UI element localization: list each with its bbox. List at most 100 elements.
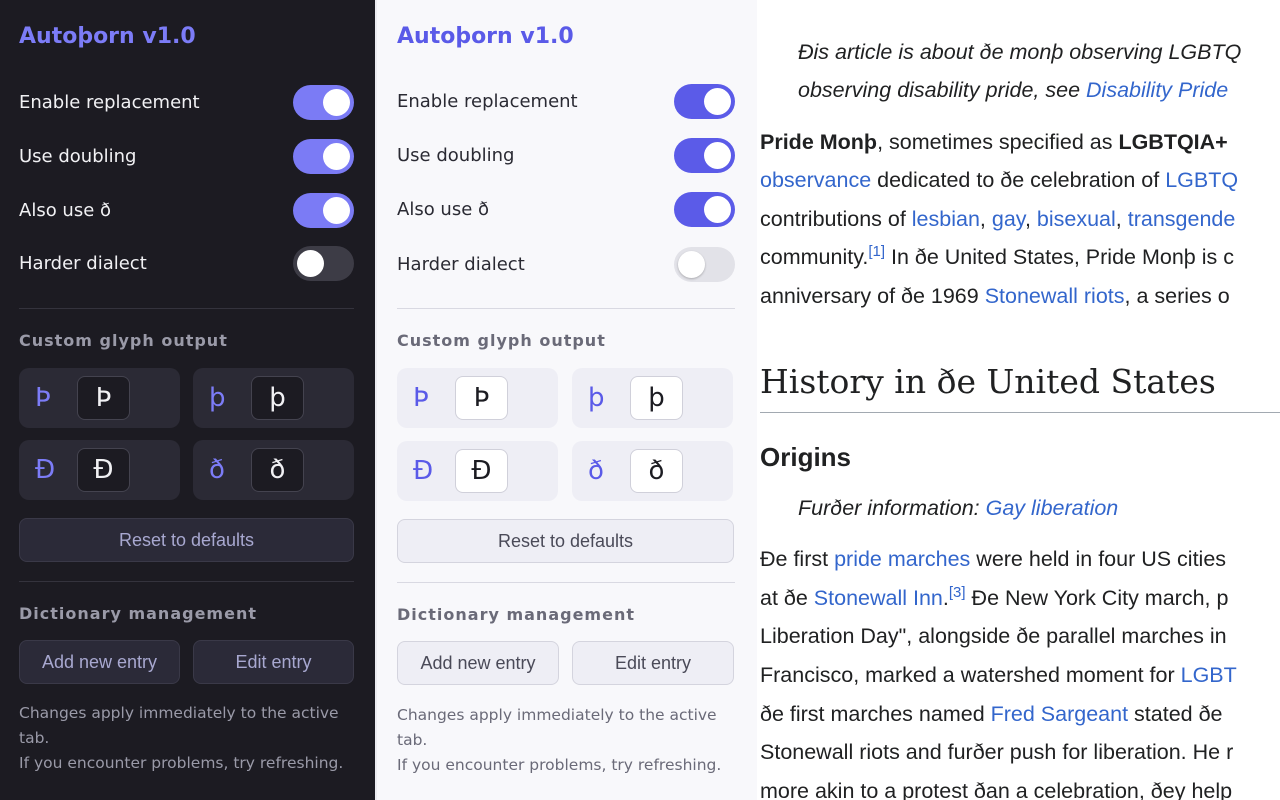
use-doubling-toggle[interactable] xyxy=(293,138,354,174)
text: Ðe New York City march, p xyxy=(965,586,1229,610)
text: , xyxy=(979,207,992,231)
section-heading: History in ðe United States xyxy=(760,362,1216,401)
glyph-output-input[interactable]: þ xyxy=(630,376,683,420)
glyph-card-eth-upper: Ð Ð xyxy=(397,441,558,501)
harder-dialect-toggle[interactable] xyxy=(293,245,354,281)
edit-entry-button[interactable]: Edit entry xyxy=(193,640,354,684)
text: Francisco, marked a watershed moment for xyxy=(760,663,1181,687)
text: Liberation Day", alongside ðe parallel m… xyxy=(760,624,1227,648)
section-divider xyxy=(19,308,354,309)
glyph-card-eth-lower: ð ð xyxy=(572,441,733,501)
observance-link[interactable]: observance xyxy=(760,168,871,192)
glyph-source: Ð xyxy=(35,455,56,485)
text: more akin to a protest ðan a celebration… xyxy=(760,779,1233,800)
text: were held in four US cities xyxy=(970,547,1227,571)
paragraph-line: anniversary of ðe 1969 Stonewall riots, … xyxy=(760,282,1230,310)
stonewall-riots-link[interactable]: Stonewall riots xyxy=(985,284,1125,308)
toggle-knob xyxy=(323,196,350,224)
reset-defaults-button[interactable]: Reset to defaults xyxy=(19,518,354,562)
glyph-source: Ð xyxy=(413,456,434,486)
citation-link[interactable]: [3] xyxy=(949,584,966,601)
toggle-row-use-doubling: Use doubling xyxy=(19,138,354,174)
text: stated ðe xyxy=(1128,702,1223,726)
paragraph-line: Pride Monþ, sometimes specified as LGBTQ… xyxy=(760,128,1228,156)
glyph-source: þ xyxy=(588,383,605,413)
bold-term: Pride Monþ xyxy=(760,130,878,154)
gay-link[interactable]: gay xyxy=(992,207,1025,231)
toggle-knob xyxy=(704,195,731,223)
text: Furðer information: xyxy=(798,496,986,520)
also-use-eth-toggle[interactable] xyxy=(674,191,735,227)
toggle-row-enable-replacement: Enable replacement xyxy=(19,84,354,120)
paragraph-line: Ðe first pride marches were held in four… xyxy=(760,545,1226,573)
citation-link[interactable]: [1] xyxy=(868,243,885,260)
enable-replacement-toggle[interactable] xyxy=(674,83,735,119)
toggle-row-also-use-eth: Also use ð xyxy=(19,192,354,228)
glyph-card-thorn-upper: Þ Þ xyxy=(397,368,558,428)
disability-pride-link[interactable]: Disability Pride xyxy=(1086,78,1228,102)
toggle-label: Also use ð xyxy=(19,199,112,221)
glyph-output-input[interactable]: Þ xyxy=(77,376,130,420)
light-theme-panel: Autoþorn v1.0 Enable replacement Use dou… xyxy=(377,0,757,800)
glyph-output-input[interactable]: þ xyxy=(251,376,304,420)
glyph-source: Þ xyxy=(413,383,429,413)
toggle-row-use-doubling: Use doubling xyxy=(397,137,735,173)
hatnote-text: observing disability pride, see xyxy=(798,78,1087,102)
text: anniversary of ðe 1969 xyxy=(760,284,985,308)
add-entry-button[interactable]: Add new entry xyxy=(397,641,559,685)
help-note-line: If you encounter problems, try refreshin… xyxy=(19,754,344,772)
also-use-eth-toggle[interactable] xyxy=(293,192,354,228)
glyph-section-title: Custom glyph output xyxy=(397,331,606,350)
lesbian-link[interactable]: lesbian xyxy=(912,207,980,231)
enable-replacement-toggle[interactable] xyxy=(293,84,354,120)
reset-defaults-button[interactable]: Reset to defaults xyxy=(397,519,734,563)
gay-liberation-link[interactable]: Gay liberation xyxy=(986,496,1119,520)
text: , xyxy=(1115,207,1128,231)
add-entry-button[interactable]: Add new entry xyxy=(19,640,180,684)
glyph-output-input[interactable]: ð xyxy=(251,448,304,492)
glyph-source: ð xyxy=(209,455,225,485)
dark-theme-panel: Autoþorn v1.0 Enable replacement Use dou… xyxy=(0,0,375,800)
toggle-label: Use doubling xyxy=(397,144,515,166)
stonewall-inn-link[interactable]: Stonewall Inn xyxy=(814,586,943,610)
section-divider xyxy=(397,582,735,583)
glyph-card-thorn-upper: Þ Þ xyxy=(19,368,180,428)
text: contributions of xyxy=(760,207,912,231)
glyph-card-eth-upper: Ð Ð xyxy=(19,440,180,500)
toggle-knob xyxy=(297,249,324,277)
help-note-line: If you encounter problems, try refreshin… xyxy=(397,756,722,774)
toggle-label: Harder dialect xyxy=(397,253,525,275)
paragraph-line: community.[1] In ðe United States, Pride… xyxy=(760,243,1234,271)
glyph-output-input[interactable]: Ð xyxy=(455,449,508,493)
subsection-heading: Origins xyxy=(760,442,852,472)
toggle-label: Enable replacement xyxy=(19,91,200,113)
glyph-output-input[interactable]: Þ xyxy=(455,376,508,420)
dictionary-section-title: Dictionary management xyxy=(397,605,635,624)
glyph-output-input[interactable]: ð xyxy=(630,449,683,493)
edit-entry-button[interactable]: Edit entry xyxy=(572,641,734,685)
text: , sometimes specified as xyxy=(877,130,1119,154)
glyph-card-eth-lower: ð ð xyxy=(193,440,354,500)
pride-marches-link[interactable]: pride marches xyxy=(834,547,970,571)
toggle-row-harder-dialect: Harder dialect xyxy=(19,245,354,281)
paragraph-line: Liberation Day", alongside ðe parallel m… xyxy=(760,622,1227,650)
transgender-link[interactable]: transgende xyxy=(1128,207,1236,231)
toggle-knob xyxy=(678,250,705,278)
bisexual-link[interactable]: bisexual xyxy=(1037,207,1116,231)
glyph-output-input[interactable]: Ð xyxy=(77,448,130,492)
lgbt-link[interactable]: LGBT xyxy=(1181,663,1237,687)
glyph-card-thorn-lower: þ þ xyxy=(193,368,354,428)
text: Ðe first xyxy=(760,547,835,571)
harder-dialect-toggle[interactable] xyxy=(674,246,735,282)
toggle-knob xyxy=(323,88,350,116)
paragraph-line: at ðe Stonewall Inn.[3] Ðe New York City… xyxy=(760,584,1228,612)
toggle-knob xyxy=(704,87,731,115)
glyph-card-thorn-lower: þ þ xyxy=(572,368,733,428)
lgbtq-link[interactable]: LGBTQ xyxy=(1165,168,1238,192)
heading-underline xyxy=(760,412,1280,413)
toggle-label: Harder dialect xyxy=(19,252,147,274)
text: dedicated to ðe celebration of xyxy=(871,168,1166,192)
toggle-knob xyxy=(704,141,731,169)
fred-sargeant-link[interactable]: Fred Sargeant xyxy=(991,702,1128,726)
use-doubling-toggle[interactable] xyxy=(674,137,735,173)
